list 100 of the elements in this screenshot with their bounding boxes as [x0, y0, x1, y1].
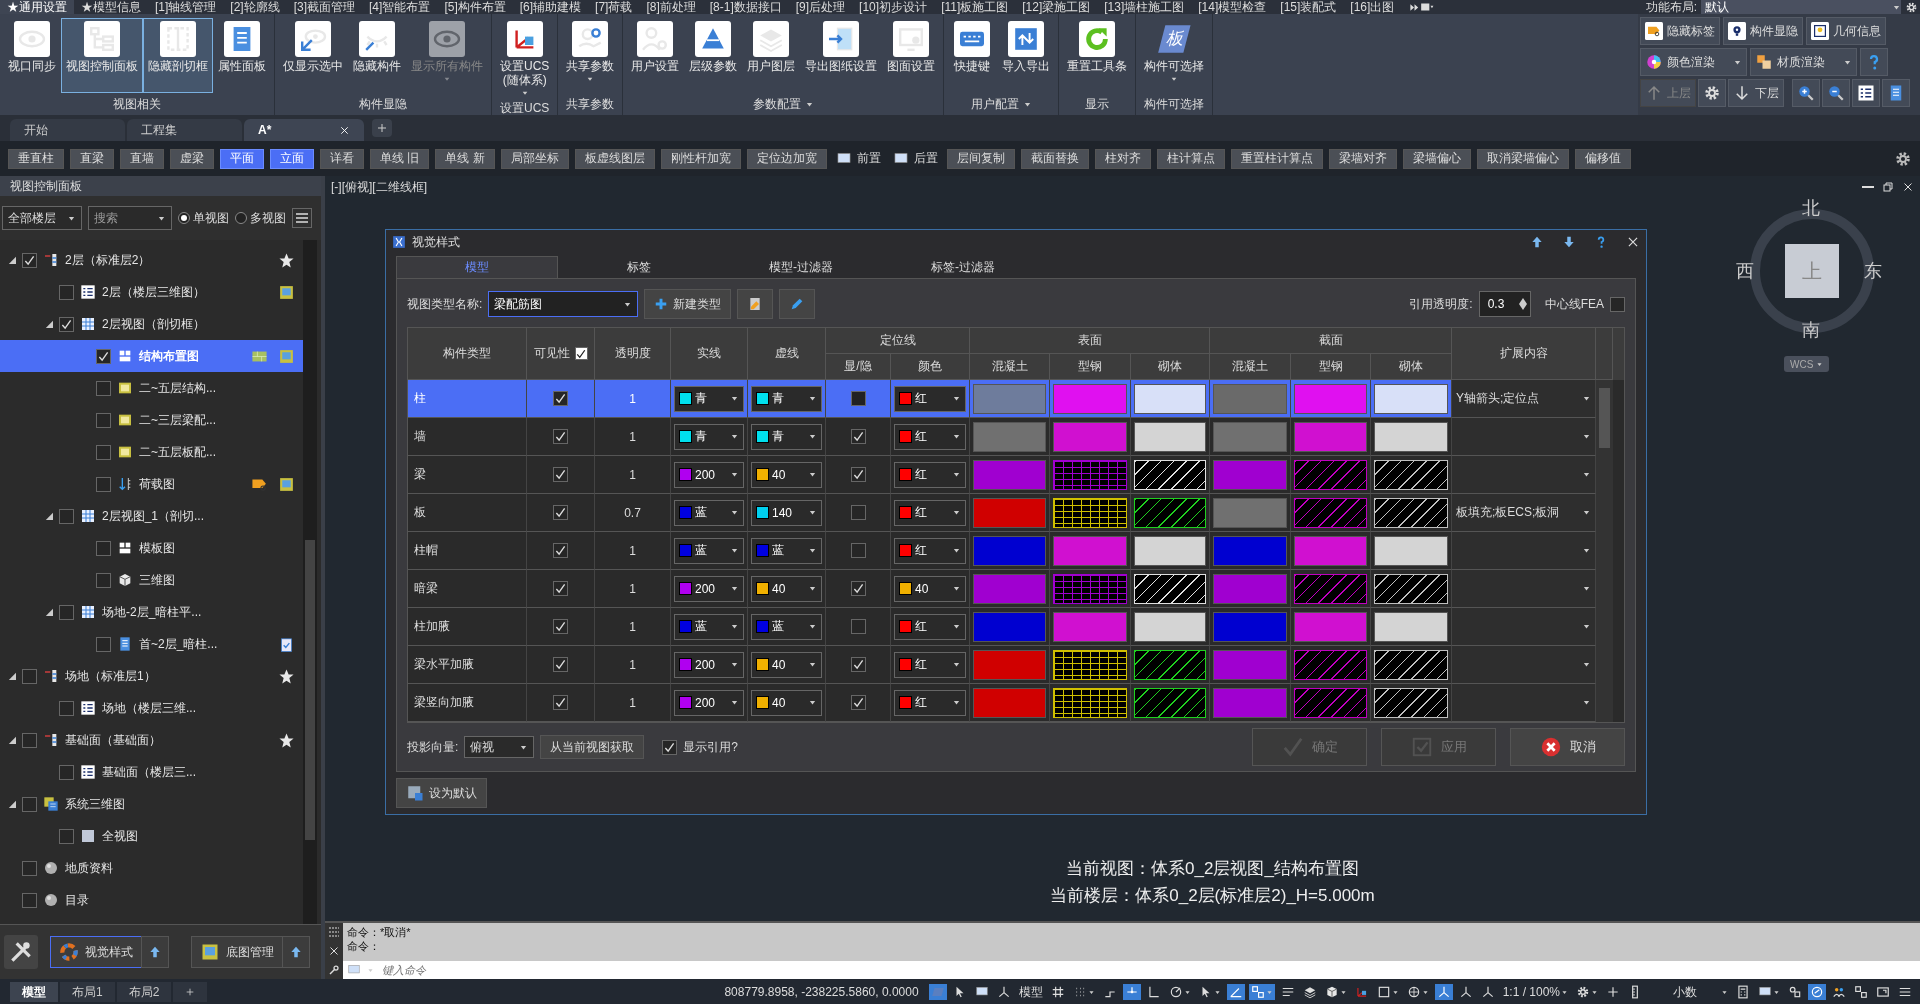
tree-item[interactable]: 系统三维图 — [0, 788, 303, 820]
toolbar-button[interactable]: 柱计算点 — [1156, 148, 1225, 169]
menu-tab[interactable]: [6]辅助建模 — [512, 0, 589, 14]
tree-item[interactable]: 二~五层板配... — [0, 436, 303, 468]
toolbar-button[interactable]: 层间复制 — [946, 148, 1015, 169]
table-cell[interactable]: 板 — [408, 494, 527, 532]
ribbon-button[interactable]: 导出图纸设置 — [800, 18, 883, 93]
view-mode-radio[interactable]: 多视图 — [235, 209, 286, 227]
menu-tab[interactable]: [4]智能布置 — [362, 0, 438, 14]
toolbar-button[interactable]: 取消梁墙偏心 — [1476, 148, 1569, 169]
table-cell[interactable]: 柱 — [408, 380, 527, 418]
panel-button[interactable]: 下层 — [1728, 79, 1784, 107]
color-dropdown[interactable]: 红 — [894, 613, 966, 640]
dialog-tab[interactable]: 模型-过滤器 — [720, 256, 882, 278]
menu-tab[interactable]: [8-1]数据接口 — [702, 0, 789, 14]
tree-item[interactable]: 基础面（基础面） — [0, 724, 303, 756]
table-cell[interactable]: 柱帽 — [408, 532, 527, 570]
tree-item[interactable]: 基础面（楼层三... — [0, 756, 303, 788]
toolbar-button[interactable]: 虚梁 — [170, 148, 214, 169]
search-field[interactable]: 搜索 — [88, 206, 172, 230]
tree-item[interactable]: 2层视图_1（剖切... — [0, 500, 303, 532]
color-dropdown[interactable]: 青 — [674, 423, 744, 450]
command-input[interactable]: 键入命令 — [380, 963, 1916, 977]
document-tab[interactable]: 开始 — [10, 119, 125, 141]
color-dropdown[interactable]: 40 — [751, 689, 822, 716]
color-dropdown[interactable]: 40 — [751, 461, 822, 488]
toolbar-button[interactable]: 截面替换 — [1020, 148, 1089, 169]
toolbar-button[interactable]: 梁墙对齐 — [1328, 148, 1397, 169]
menu-tab[interactable]: [3]截面管理 — [286, 0, 363, 14]
color-dropdown[interactable]: 红 — [894, 461, 966, 488]
opacity-spinner[interactable]: 0.3 — [1478, 291, 1531, 317]
ribbon-button[interactable]: 用户设置 — [626, 18, 685, 93]
ribbon-button[interactable]: 快捷键 — [947, 18, 998, 93]
dialog-button[interactable]: 取消 — [1510, 728, 1625, 766]
dialog-tab[interactable]: 模型 — [396, 256, 558, 278]
color-dropdown[interactable]: 40 — [751, 651, 822, 678]
ribbon-button[interactable]: 层级参数 — [684, 18, 743, 93]
ribbon-button[interactable]: 隐藏剖切框 — [143, 18, 213, 93]
color-dropdown[interactable]: 蓝 — [674, 613, 744, 640]
color-dropdown[interactable]: 红 — [894, 689, 966, 716]
tree-item[interactable]: 场地（标准层1） — [0, 660, 303, 692]
extension-dropdown[interactable]: 板填充;板ECS;板洞 — [1452, 494, 1595, 531]
panel-button[interactable]: 颜色渲染 — [1640, 48, 1747, 76]
color-dropdown[interactable]: 蓝 — [674, 499, 744, 526]
ribbon-button[interactable]: 隐藏构件 — [348, 18, 406, 93]
menu-tab[interactable]: [8]前处理 — [639, 0, 703, 14]
panel-button[interactable]: 构件显隐 — [1723, 17, 1803, 45]
layout-tab[interactable]: 布局2 — [116, 982, 172, 1002]
color-dropdown[interactable]: 40 — [894, 575, 966, 602]
status-button[interactable]: 1:1 / 100% — [1500, 984, 1570, 1000]
tree-item[interactable]: 地质资料 — [0, 852, 303, 884]
set-default-button[interactable]: 设为默认 — [396, 778, 487, 808]
table-cell[interactable]: 梁竖向加腋 — [408, 684, 527, 722]
color-dropdown[interactable]: 蓝 — [751, 537, 822, 564]
tree-item[interactable]: 荷载图 — [0, 468, 303, 500]
tree-item[interactable]: 2层（楼层三维图） — [0, 276, 303, 308]
menu-tab[interactable]: ★模型信息 — [74, 0, 148, 14]
menu-tab[interactable]: [7]荷载 — [588, 0, 640, 14]
menu-tab[interactable]: [16]出图 — [1343, 0, 1402, 14]
color-dropdown[interactable]: 青 — [751, 385, 822, 412]
tree-item[interactable]: 三维图 — [0, 564, 303, 596]
toolbar-button[interactable]: 定位边加宽 — [746, 148, 827, 169]
color-dropdown[interactable]: 红 — [894, 385, 966, 412]
toolbar-button[interactable]: 垂直柱 — [8, 148, 64, 169]
toolbar-button[interactable]: 后置 — [889, 148, 941, 169]
menu-tab[interactable]: [13]墙柱施工图 — [1097, 0, 1192, 14]
color-dropdown[interactable]: 蓝 — [751, 613, 822, 640]
toolbar-button[interactable]: 板虚线图层 — [574, 148, 655, 169]
tree-item[interactable]: 场地-2层_暗柱平... — [0, 596, 303, 628]
color-dropdown[interactable]: 200 — [674, 651, 744, 678]
color-dropdown[interactable]: 200 — [674, 575, 744, 602]
menu-tab[interactable]: [2]轮廓线 — [223, 0, 287, 14]
panel-button[interactable]: 视觉样式 — [50, 936, 142, 968]
dialog-tab[interactable]: 标签-过滤器 — [882, 256, 1044, 278]
panel-button[interactable]: 材质渲染 — [1750, 48, 1857, 76]
panel-button[interactable]: 隐藏标签 — [1640, 17, 1720, 45]
status-button[interactable]: 小数 — [1648, 982, 1730, 1002]
menu-tab[interactable]: [5]构件布置 — [437, 0, 513, 14]
layout-tab[interactable]: 模型 — [10, 982, 58, 1002]
color-dropdown[interactable]: 200 — [674, 689, 744, 716]
color-dropdown[interactable]: 140 — [751, 499, 822, 526]
color-dropdown[interactable]: 红 — [894, 423, 966, 450]
ribbon-button[interactable]: 导入导出 — [997, 18, 1056, 93]
toolbar-button[interactable]: 柱对齐 — [1094, 148, 1151, 169]
toolbar-button[interactable]: 平面 — [220, 148, 264, 169]
tree-item[interactable]: 场地（楼层三维... — [0, 692, 303, 724]
toolbar-button[interactable]: 单线 旧 — [370, 148, 430, 169]
ribbon-button[interactable]: 板 构件可选择 — [1139, 18, 1210, 93]
ucs-dropdown[interactable]: WCS — [1784, 356, 1830, 372]
table-cell[interactable]: 梁 — [408, 456, 527, 494]
ribbon-button[interactable]: 属性面板 — [213, 18, 271, 93]
menu-tab[interactable]: [10]初步设计 — [852, 0, 935, 14]
layout-tab[interactable]: 布局1 — [60, 982, 115, 1002]
floor-dropdown[interactable]: 全部楼层 — [2, 206, 82, 230]
projection-dropdown[interactable]: 俯视 — [464, 736, 535, 758]
menu-tab[interactable]: [1]轴线管理 — [148, 0, 224, 14]
toolbar-button[interactable]: 偏移值 — [1574, 148, 1631, 169]
color-dropdown[interactable]: 青 — [674, 385, 744, 412]
tree-item[interactable]: 2层（标准层2） — [0, 244, 303, 276]
table-cell[interactable]: 墙 — [408, 418, 527, 456]
